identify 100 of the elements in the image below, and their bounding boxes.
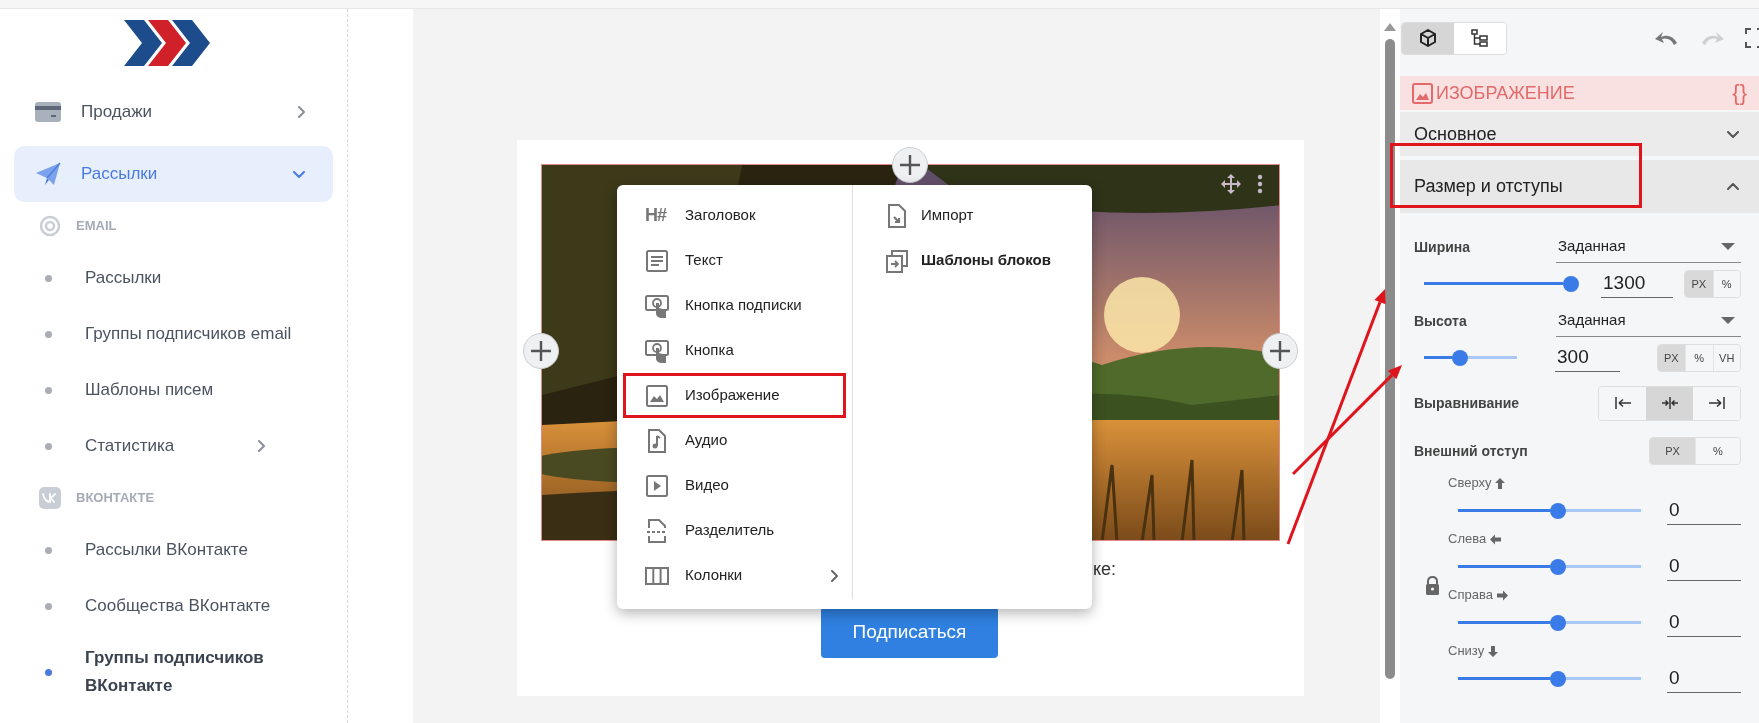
subscribe-button[interactable]: Подписаться xyxy=(821,607,998,658)
slider-thumb[interactable] xyxy=(1549,671,1566,687)
align-right-icon xyxy=(1707,395,1726,411)
slider[interactable] xyxy=(1424,276,1579,292)
slider-thumb[interactable] xyxy=(1549,503,1566,519)
menu-item[interactable]: Текст xyxy=(623,238,846,283)
copy-icon xyxy=(885,248,909,273)
caret-icon xyxy=(1721,317,1735,324)
bullet-icon xyxy=(45,274,52,282)
nav-subitem[interactable]: Группы подписчиков email xyxy=(0,306,347,362)
paper-plane-icon xyxy=(34,161,62,187)
bullet-icon xyxy=(45,602,52,610)
scrollbar-thumb[interactable] xyxy=(1385,39,1395,679)
plus-icon xyxy=(899,154,921,176)
logo-icon xyxy=(123,20,210,66)
menu-item[interactable]: Видео xyxy=(623,463,846,508)
chevron-icon xyxy=(298,106,305,118)
nav-subitem[interactable]: Рассылки ВКонтакте xyxy=(0,522,347,578)
menu-item[interactable]: Шаблоны блоков xyxy=(853,238,1092,283)
nav-subitem[interactable]: Сообщества ВКонтакте xyxy=(0,578,347,634)
field-label: Внешний отступ xyxy=(1414,441,1529,461)
unit-button[interactable]: PX xyxy=(1657,345,1685,371)
field-label: Выравнивание xyxy=(1414,393,1521,413)
menu-item[interactable]: Изображение xyxy=(623,373,846,418)
number-field[interactable]: 0 xyxy=(1667,497,1741,525)
fullscreen-icon xyxy=(1745,28,1759,48)
side-label: Слева xyxy=(1448,530,1487,549)
move-icon xyxy=(1221,174,1241,194)
unit-button[interactable]: % xyxy=(1712,271,1740,297)
unit-button[interactable]: VH xyxy=(1712,345,1740,371)
nav-item[interactable]: Продажи xyxy=(14,84,333,140)
chevron-icon xyxy=(293,170,305,178)
network-icon xyxy=(39,487,61,509)
menu-item[interactable]: Аудио xyxy=(623,418,846,463)
image-icon xyxy=(645,383,669,408)
field-label: Высота xyxy=(1414,311,1468,331)
fullscreen-button[interactable] xyxy=(1745,28,1759,48)
document-icon xyxy=(645,248,669,273)
slider-thumb[interactable] xyxy=(1549,615,1566,631)
tap-icon xyxy=(645,338,669,363)
element-title: ИЗОБРАЖЕНИЕ xyxy=(1436,81,1576,105)
menu-item[interactable]: Кнопка xyxy=(623,328,846,373)
number-field[interactable]: 0 xyxy=(1667,665,1741,693)
bullet-icon xyxy=(45,668,52,676)
number-field[interactable]: 0 xyxy=(1667,609,1741,637)
bullet-icon xyxy=(45,442,52,450)
video-icon xyxy=(645,473,669,498)
align-button[interactable] xyxy=(1646,386,1693,420)
side-label: Сверху xyxy=(1448,474,1492,493)
audio-file-icon xyxy=(645,428,669,453)
undo-icon xyxy=(1655,29,1679,47)
slider-thumb[interactable] xyxy=(1563,276,1579,292)
arrow-right-icon xyxy=(1495,588,1509,602)
plus-icon xyxy=(1269,340,1291,362)
side-label: Справа xyxy=(1448,586,1493,605)
arrow-left-icon xyxy=(1489,532,1503,546)
side-label: Снизу xyxy=(1448,642,1485,661)
more-icon xyxy=(1257,174,1263,194)
menu-item[interactable]: Колонки xyxy=(623,553,846,598)
section-header[interactable]: Размер и отступы xyxy=(1400,160,1759,213)
slider-thumb[interactable] xyxy=(1451,350,1468,366)
nav-item[interactable]: Рассылки xyxy=(14,146,333,202)
unit-button[interactable]: PX xyxy=(1650,438,1695,464)
chevron-icon xyxy=(831,569,838,582)
arrow-down-icon xyxy=(1487,644,1501,658)
heading-glyph: H# xyxy=(645,204,668,227)
bullet-icon xyxy=(45,330,52,338)
align-center-icon xyxy=(1660,395,1679,411)
bullet-icon xyxy=(45,546,52,554)
card-icon xyxy=(34,99,62,125)
menu-item[interactable]: Разделитель xyxy=(623,508,846,553)
body-text: ке: xyxy=(1093,558,1117,581)
nav-subitem[interactable]: Группы подписчиков ВКонтакте xyxy=(0,634,347,710)
section-header[interactable]: Основное xyxy=(1400,112,1759,156)
arrow-up-icon xyxy=(1494,476,1508,490)
unit-button[interactable]: % xyxy=(1695,438,1740,464)
select-field[interactable]: Заданная xyxy=(1556,305,1741,337)
menu-item[interactable]: Кнопка подписки xyxy=(623,283,846,328)
nav-subitem[interactable]: Рассылки xyxy=(0,250,347,306)
menu-item[interactable]: H# Заголовок xyxy=(623,193,846,238)
number-field[interactable]: 0 xyxy=(1667,553,1741,581)
view-tab[interactable] xyxy=(1402,22,1454,54)
chevron-icon xyxy=(1727,183,1739,190)
select-field[interactable]: Заданная xyxy=(1556,231,1741,263)
slider-thumb[interactable] xyxy=(1549,559,1566,575)
import-icon xyxy=(885,203,909,228)
bullet-icon xyxy=(45,386,52,394)
plus-icon xyxy=(530,340,552,362)
section-heading: EMAIL xyxy=(76,217,117,236)
number-field[interactable]: 1300 xyxy=(1601,270,1673,298)
nav-subitem[interactable]: Статистика xyxy=(0,418,347,474)
caret-icon xyxy=(1721,243,1735,250)
menu-item[interactable]: Импорт xyxy=(853,193,1092,238)
chevron-icon xyxy=(1727,130,1739,138)
image-icon xyxy=(1412,82,1433,104)
section-heading: ВКОНТАКТЕ xyxy=(76,489,155,508)
scroll-up-icon xyxy=(1384,23,1396,31)
nav-subitem[interactable]: Шаблоны писем xyxy=(0,362,347,418)
number-field[interactable]: 300 xyxy=(1555,344,1620,372)
unit-button[interactable]: PX xyxy=(1685,271,1713,297)
